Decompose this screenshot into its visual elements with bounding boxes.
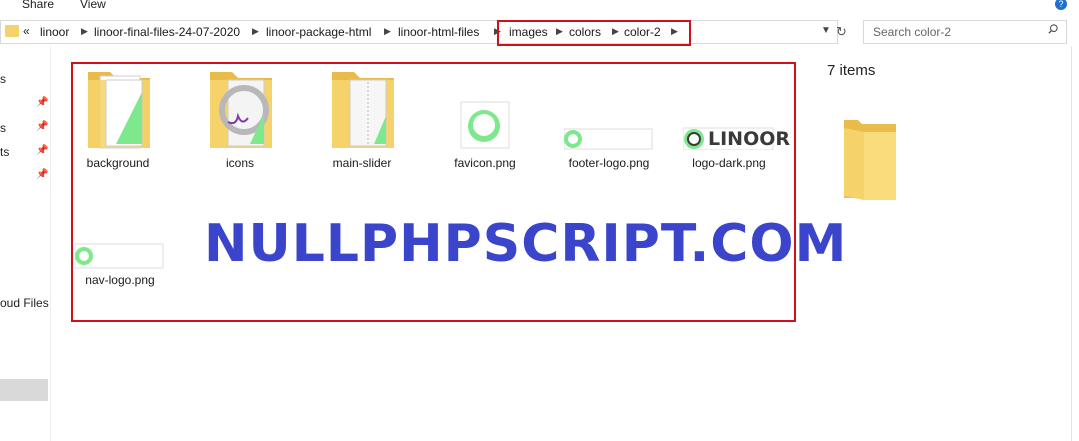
nav-item[interactable]: s	[0, 121, 6, 135]
breadcrumb-linoor-html-files[interactable]: linoor-html-files	[398, 25, 479, 39]
breadcrumb-linoor[interactable]: linoor	[40, 25, 69, 39]
chevron-down-icon[interactable]: ▼	[821, 25, 831, 36]
pin-icon: 📌	[36, 97, 49, 108]
tab-share[interactable]: Share	[22, 0, 54, 11]
nav-item[interactable]: ts	[0, 145, 9, 159]
search-placeholder: Search color-2	[873, 25, 952, 39]
ribbon: Share View ?	[0, 0, 1079, 14]
breadcrumb-linoor-final-files[interactable]: linoor-final-files-24-07-2020	[94, 25, 240, 39]
chevron-right-icon[interactable]: ▶	[252, 26, 259, 37]
refresh-icon[interactable]: ↻	[836, 24, 847, 40]
navigation-pane: s 📌 s 📌 ts 📌 📌 oud Files	[0, 46, 51, 441]
breadcrumb-overflow[interactable]: «	[23, 24, 30, 38]
breadcrumb-highlight-box	[497, 20, 691, 46]
folder-preview-icon	[844, 120, 896, 200]
pin-icon: 📌	[36, 121, 49, 132]
help-icon[interactable]: ?	[1055, 0, 1067, 10]
search-input[interactable]: Search color-2	[863, 20, 1067, 44]
chevron-right-icon[interactable]: ▶	[384, 26, 391, 37]
nav-item-cloud-files[interactable]: oud Files	[0, 296, 49, 310]
breadcrumb-linoor-package-html[interactable]: linoor-package-html	[266, 25, 371, 39]
tab-view[interactable]: View	[80, 0, 106, 11]
search-icon[interactable]	[1048, 24, 1058, 34]
chevron-right-icon[interactable]: ▶	[81, 26, 88, 37]
item-count: 7 items	[827, 62, 876, 79]
nav-item-selected[interactable]	[0, 379, 48, 401]
pin-icon: 📌	[36, 145, 49, 156]
pin-icon: 📌	[36, 169, 49, 180]
pane-divider	[1071, 46, 1072, 441]
files-highlight-box	[71, 62, 796, 322]
nav-item[interactable]: s	[0, 72, 6, 86]
folder-icon	[5, 25, 19, 37]
address-bar[interactable]: « linoor ▶ linoor-final-files-24-07-2020…	[0, 20, 838, 44]
